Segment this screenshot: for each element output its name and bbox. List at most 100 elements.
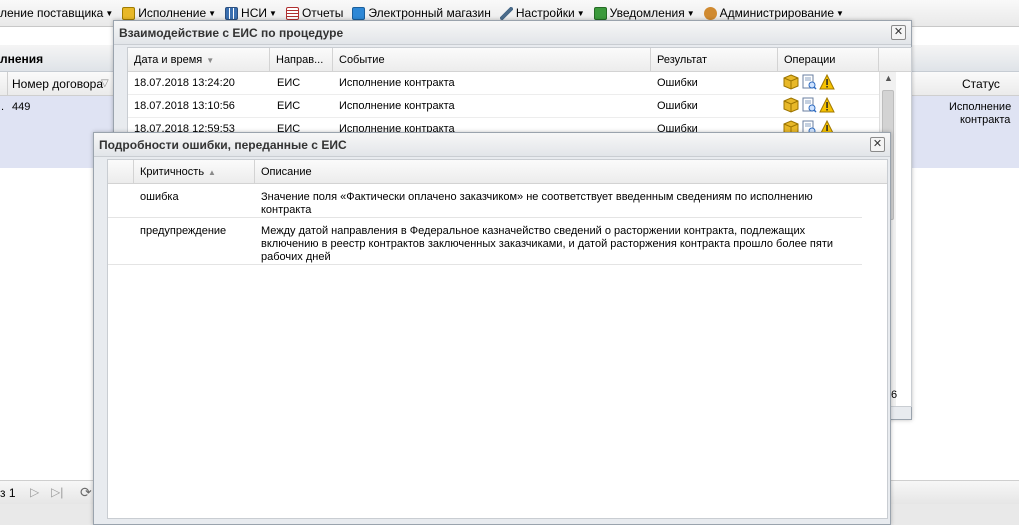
- cell-description: Между датой направления в Федеральное ка…: [261, 225, 851, 264]
- chevron-down-icon: ▼: [576, 8, 585, 18]
- close-icon[interactable]: ✕: [891, 25, 906, 40]
- cell-direction: ЕИС: [277, 100, 301, 112]
- chevron-down-icon: ▼: [269, 8, 277, 18]
- error-window-title: Подробности ошибки, переданные с ЕИС: [99, 138, 347, 152]
- error-details-window: Подробности ошибки, переданные с ЕИС ✕ К…: [93, 132, 891, 525]
- menu-nsi[interactable]: НСИ ▼: [225, 6, 277, 20]
- shop-icon: [352, 6, 366, 20]
- operations-cell: [783, 74, 835, 90]
- column-divider: [0, 72, 8, 96]
- chevron-down-icon: ▼: [836, 8, 844, 18]
- scroll-up-icon[interactable]: ▲: [884, 73, 893, 83]
- cell-criticality: предупреждение: [140, 225, 227, 237]
- filter-icon[interactable]: ▽: [101, 78, 109, 89]
- package-icon[interactable]: [783, 74, 799, 90]
- column-direction[interactable]: Направ...: [270, 48, 333, 72]
- document-search-icon[interactable]: [801, 97, 817, 113]
- menu-settings[interactable]: Настройки ▼: [499, 6, 585, 20]
- menu-execution[interactable]: Исполнение ▼: [122, 6, 216, 20]
- background-panel-title: лнения: [0, 52, 44, 66]
- pager-count-fragment: 6: [891, 389, 898, 401]
- table-row[interactable]: 18.07.2018 13:24:20 ЕИС Исполнение контр…: [128, 72, 879, 95]
- last-page-icon[interactable]: ▷|: [51, 485, 63, 499]
- column-result-label: Результат: [657, 54, 708, 66]
- eis-grid-header: Дата и время ▼ Направ... Событие Результа…: [128, 48, 911, 72]
- menu-administration[interactable]: Администрирование ▼: [703, 6, 844, 20]
- description-line: Между датой направления в Федеральное ка…: [261, 225, 806, 237]
- package-icon[interactable]: [783, 97, 799, 113]
- column-event-label: Событие: [339, 54, 385, 66]
- row-status-line1: Исполнение: [949, 101, 1012, 113]
- sort-asc-icon: ▲: [208, 168, 216, 177]
- eis-window-title-bar[interactable]: Взаимодействие с ЕИС по процедуре ✕: [114, 21, 911, 45]
- cell-datetime: 18.07.2018 13:24:20: [134, 77, 235, 89]
- menu-label: Электронный магазин: [368, 6, 491, 20]
- menu-label: Уведомления: [609, 6, 685, 20]
- cell-datetime: 18.07.2018 13:10:56: [134, 100, 235, 112]
- description-line: контракта: [261, 204, 312, 216]
- column-description-label: Описание: [261, 166, 312, 178]
- table-row[interactable]: предупреждение Между датой направления в…: [108, 218, 862, 265]
- description-line: включению в реестр контрактов заключенны…: [261, 238, 834, 250]
- menu-reports[interactable]: Отчеты: [285, 6, 344, 20]
- menu-label: Настройки: [515, 6, 575, 20]
- next-page-icon[interactable]: ▷: [30, 485, 39, 499]
- cell-result: Ошибки: [657, 100, 698, 112]
- execution-icon: [122, 6, 136, 20]
- row-status-line2: контракта: [960, 114, 1011, 126]
- error-grid: Критичность ▲ Описание ошибка Значение по…: [107, 159, 888, 519]
- table-row[interactable]: ошибка Значение поля «Фактически оплачен…: [108, 184, 862, 218]
- chevron-down-icon: ▼: [105, 8, 114, 18]
- warning-icon[interactable]: [819, 97, 835, 113]
- description-line: рабочих дней: [261, 251, 331, 263]
- cell-event: Исполнение контракта: [339, 100, 455, 112]
- menu-label: Отчеты: [301, 6, 344, 20]
- cell-description: Значение поля «Фактически оплачено заказ…: [261, 191, 851, 217]
- error-grid-header: Критичность ▲ Описание: [108, 160, 887, 184]
- warning-icon[interactable]: [819, 74, 835, 90]
- cell-event: Исполнение контракта: [339, 77, 455, 89]
- close-icon[interactable]: ✕: [870, 137, 885, 152]
- menu-label: Исполнение: [138, 6, 207, 20]
- notifications-icon: [593, 6, 607, 20]
- menu-notifications[interactable]: Уведомления ▼: [593, 6, 695, 20]
- nsi-icon: [225, 6, 239, 20]
- menu-supplier-management[interactable]: ление поставщика ▼: [0, 6, 113, 20]
- eis-window-title: Взаимодействие с ЕИС по процедуре: [119, 26, 344, 40]
- sort-desc-icon: ▼: [206, 56, 215, 65]
- refresh-icon[interactable]: ⟳: [80, 484, 92, 501]
- menu-label: ление поставщика: [0, 6, 104, 20]
- cell-direction: ЕИС: [277, 77, 301, 89]
- document-search-icon[interactable]: [801, 74, 817, 90]
- description-line: Значение поля «Фактически оплачено заказ…: [261, 191, 813, 203]
- error-window-title-bar[interactable]: Подробности ошибки, переданные с ЕИС ✕: [94, 133, 890, 157]
- column-result[interactable]: Результат: [651, 48, 778, 72]
- column-datetime-label: Дата и время: [134, 54, 203, 66]
- column-operations-label: Операции: [784, 54, 836, 66]
- column-datetime[interactable]: Дата и время ▼: [128, 48, 270, 72]
- row-contract-number: 449: [12, 101, 31, 113]
- cell-criticality: ошибка: [140, 191, 179, 203]
- admin-icon: [703, 6, 717, 20]
- cell-result: Ошибки: [657, 77, 698, 89]
- menu-label: НСИ: [241, 6, 268, 20]
- column-status[interactable]: Статус: [962, 77, 1000, 91]
- column-criticality[interactable]: Критичность ▲: [134, 160, 255, 184]
- column-direction-label: Направ...: [276, 54, 324, 66]
- menu-label: Администрирование: [719, 6, 835, 20]
- column-description[interactable]: Описание: [255, 160, 887, 184]
- row-marker: .: [1, 101, 5, 113]
- column-operations[interactable]: Операции: [778, 48, 879, 72]
- column-contract-number[interactable]: Номер договора: [12, 77, 103, 91]
- column-criticality-label: Критичность: [140, 166, 205, 178]
- reports-icon: [285, 6, 299, 20]
- chevron-down-icon: ▼: [686, 8, 695, 18]
- column-event[interactable]: Событие: [333, 48, 651, 72]
- menu-eshop[interactable]: Электронный магазин: [352, 6, 491, 20]
- column-row-marker: [108, 160, 134, 184]
- table-row[interactable]: 18.07.2018 13:10:56 ЕИС Исполнение контр…: [128, 95, 879, 118]
- operations-cell: [783, 97, 835, 113]
- settings-icon: [499, 6, 513, 20]
- pager-total: з 1: [0, 486, 16, 500]
- chevron-down-icon: ▼: [208, 8, 217, 18]
